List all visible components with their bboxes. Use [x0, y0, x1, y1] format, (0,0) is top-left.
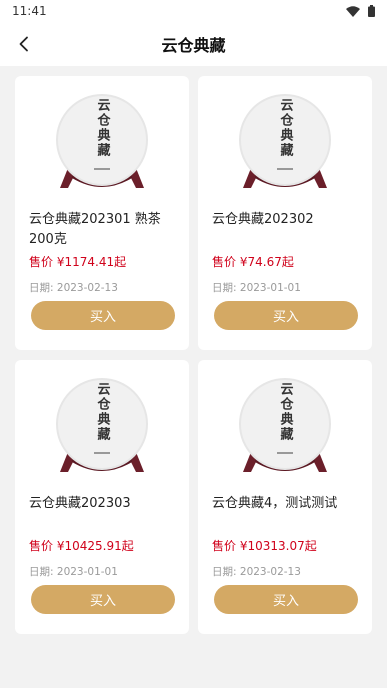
date-value: 2023-02-13	[239, 566, 301, 578]
status-icons	[346, 5, 375, 17]
buy-button[interactable]: 买入	[214, 301, 358, 330]
product-card[interactable]: 云仓典藏 云仓典藏202303 售价 ¥10425.91起 日期: 2023-0…	[15, 360, 189, 634]
battery-icon	[368, 5, 375, 17]
date-row: 日期: 2023-01-01	[212, 280, 358, 296]
date-value: 2023-01-01	[56, 566, 118, 578]
product-image: 云仓典藏	[29, 360, 175, 486]
price-label: 售价	[212, 255, 237, 269]
product-card[interactable]: 云仓典藏 云仓典藏202302 售价 ¥74.67起 日期: 2023-01-0…	[198, 76, 372, 350]
product-image: 云仓典藏	[29, 76, 175, 202]
tea-cake-label: 云仓典藏	[95, 98, 112, 158]
tea-cake-image: 云仓典藏	[239, 94, 331, 188]
page-title: 云仓典藏	[161, 36, 226, 55]
status-bar: 11:41	[0, 0, 387, 22]
product-card[interactable]: 云仓典藏 云仓典藏202301 熟茶200克 售价 ¥1174.41起 日期: …	[15, 76, 189, 350]
price-row: 售价 ¥10425.91起	[29, 536, 175, 556]
product-name: 云仓典藏4，测试测试	[212, 496, 338, 511]
price-label: 售价	[29, 255, 54, 269]
date-row: 日期: 2023-02-13	[29, 280, 175, 296]
buy-button[interactable]: 买入	[214, 585, 358, 614]
price-label: 售价	[212, 539, 237, 553]
product-image: 云仓典藏	[212, 76, 358, 202]
price-label: 售价	[29, 539, 54, 553]
product-name: 云仓典藏202301 熟茶200克	[29, 212, 161, 247]
date-label: 日期:	[212, 566, 237, 578]
app-bar: 云仓典藏	[0, 22, 387, 66]
product-name: 云仓典藏202303	[29, 496, 131, 511]
date-row: 日期: 2023-01-01	[29, 564, 175, 580]
price-row: 售价 ¥1174.41起	[29, 252, 175, 272]
date-label: 日期:	[29, 282, 54, 294]
tea-cake-label: 云仓典藏	[278, 382, 295, 442]
date-label: 日期:	[29, 566, 54, 578]
product-image: 云仓典藏	[212, 360, 358, 486]
status-time: 11:41	[12, 4, 47, 18]
chevron-left-icon	[19, 36, 28, 52]
tea-cake-label: 云仓典藏	[95, 382, 112, 442]
buy-button[interactable]: 买入	[31, 585, 175, 614]
product-grid: 云仓典藏 云仓典藏202301 熟茶200克 售价 ¥1174.41起 日期: …	[15, 76, 372, 634]
date-label: 日期:	[212, 282, 237, 294]
tea-cake-label: 云仓典藏	[278, 98, 295, 158]
price-value: ¥10425.91起	[56, 539, 134, 553]
tea-cake-image: 云仓典藏	[239, 378, 331, 472]
buy-button[interactable]: 买入	[31, 301, 175, 330]
date-value: 2023-01-01	[239, 282, 301, 294]
price-row: 售价 ¥10313.07起	[212, 536, 358, 556]
product-name: 云仓典藏202302	[212, 212, 314, 227]
wifi-icon	[346, 5, 360, 17]
product-card[interactable]: 云仓典藏 云仓典藏4，测试测试 售价 ¥10313.07起 日期: 2023-0…	[198, 360, 372, 634]
back-button[interactable]	[10, 30, 38, 58]
tea-cake-image: 云仓典藏	[56, 378, 148, 472]
tea-cake-image: 云仓典藏	[56, 94, 148, 188]
date-row: 日期: 2023-02-13	[212, 564, 358, 580]
price-value: ¥10313.07起	[239, 539, 317, 553]
price-value: ¥74.67起	[239, 255, 294, 269]
price-value: ¥1174.41起	[56, 255, 127, 269]
date-value: 2023-02-13	[56, 282, 118, 294]
price-row: 售价 ¥74.67起	[212, 252, 358, 272]
